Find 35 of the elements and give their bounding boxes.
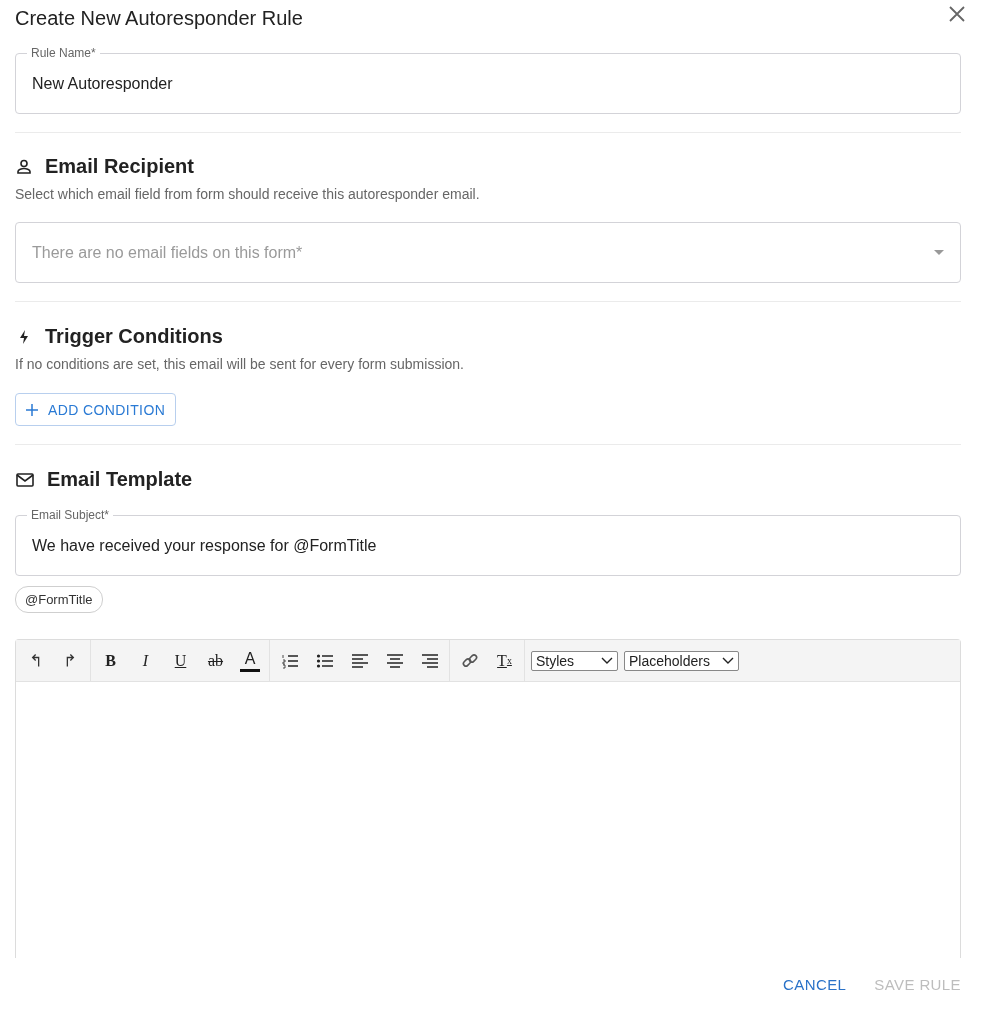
field-value: New Autoresponder: [32, 74, 173, 93]
redo-icon: [66, 654, 75, 667]
chevron-down-icon: [601, 656, 613, 665]
dropdown-arrow-icon: [934, 250, 944, 255]
envelope-icon: [15, 470, 35, 489]
editor-dropdown[interactable]: Placeholders: [624, 650, 739, 671]
strikethrough-button[interactable]: ab: [200, 645, 231, 676]
cancel-button[interactable]: CANCEL: [783, 976, 847, 993]
text-color-button[interactable]: A: [240, 649, 260, 672]
editor-dropdown[interactable]: Styles: [531, 650, 618, 671]
placeholder-chip[interactable]: @FormTitle: [15, 586, 103, 613]
align-right-icon: [420, 651, 439, 670]
section-heading: Email Template: [47, 468, 193, 491]
section-heading: Email Recipient: [45, 155, 194, 178]
bold-button[interactable]: B: [95, 645, 126, 676]
underline-button[interactable]: U: [165, 645, 196, 676]
field-value: We have received your response for @FormTitle: [32, 536, 377, 555]
dialog-title: Create New Autoresponder Rule: [15, 6, 303, 30]
chevron-down-icon: [722, 656, 734, 665]
align-center-icon: [385, 651, 404, 670]
bullet-list-icon: [315, 651, 334, 670]
close-icon: [949, 6, 965, 22]
section-description: Select which email field from form should receive this autoresponder email.: [15, 186, 481, 202]
select-placeholder: There are no email fields on this form*: [32, 243, 304, 262]
link-icon: [460, 651, 479, 670]
align-left-icon: [350, 651, 369, 670]
section-description: If no conditions are set, this email will be sent for every form submission.: [15, 356, 465, 372]
section-heading: Trigger Conditions: [45, 325, 223, 348]
italic-button[interactable]: I: [130, 645, 161, 676]
plus-icon: [26, 403, 38, 416]
add-condition-button[interactable]: ADD CONDITION: [15, 393, 177, 426]
person-icon: [15, 157, 33, 176]
field-label: Email Subject*: [27, 507, 114, 523]
undo-icon: [31, 654, 40, 667]
close-button[interactable]: [947, 4, 967, 24]
